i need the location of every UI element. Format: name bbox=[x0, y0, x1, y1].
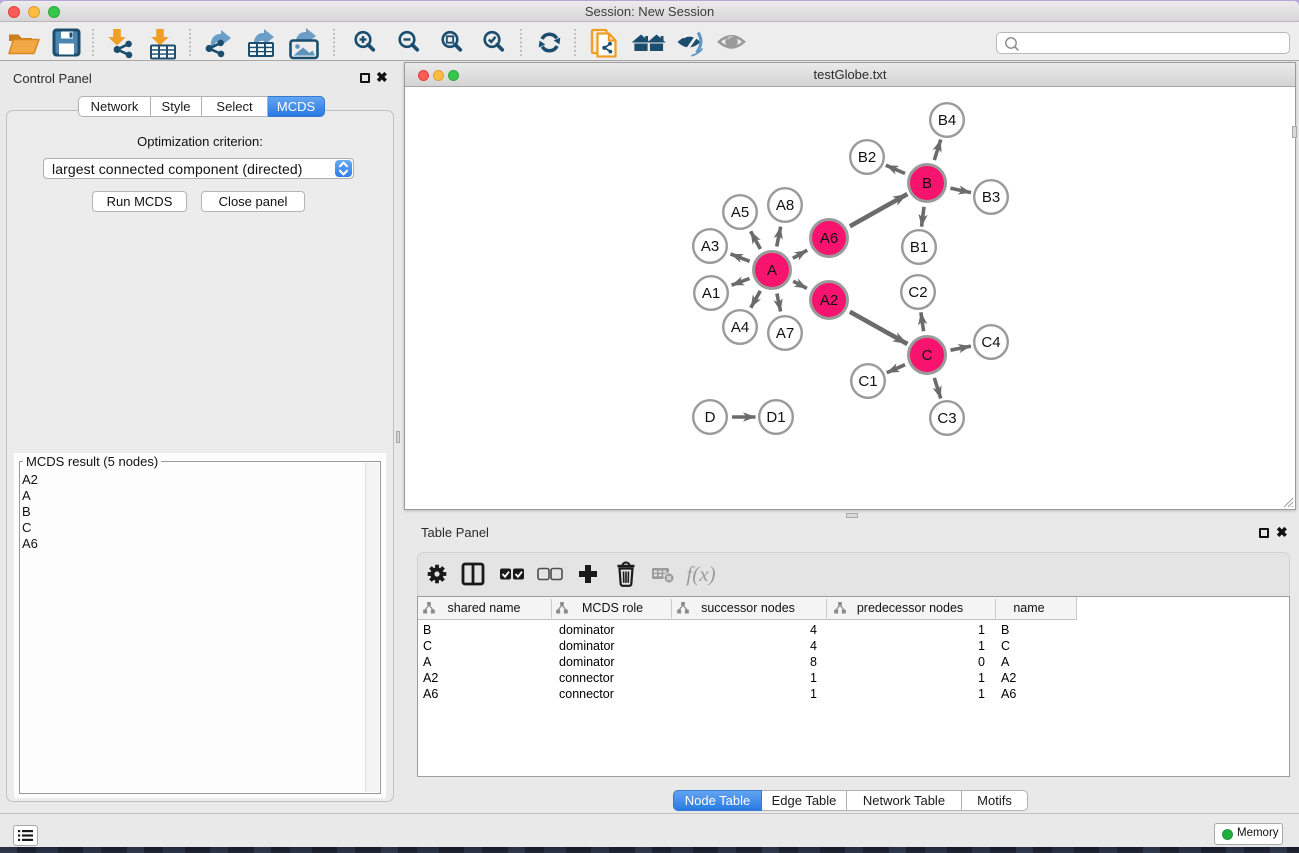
svg-text:B: B bbox=[922, 175, 932, 192]
svg-text:C: C bbox=[922, 347, 933, 364]
svg-text:A3: A3 bbox=[701, 238, 719, 255]
svg-text:C4: C4 bbox=[981, 334, 1000, 351]
svg-text:C2: C2 bbox=[908, 284, 927, 301]
svg-text:A2: A2 bbox=[820, 292, 838, 309]
svg-text:A5: A5 bbox=[731, 204, 749, 221]
svg-text:D: D bbox=[705, 409, 716, 426]
svg-text:B1: B1 bbox=[910, 239, 928, 256]
svg-text:A1: A1 bbox=[702, 285, 720, 302]
svg-text:D1: D1 bbox=[766, 409, 785, 426]
svg-text:f(x): f(x) bbox=[686, 562, 715, 586]
svg-text:C3: C3 bbox=[937, 410, 956, 427]
svg-text:B3: B3 bbox=[982, 189, 1000, 206]
svg-text:A: A bbox=[767, 262, 777, 279]
svg-text:A8: A8 bbox=[776, 197, 794, 214]
svg-text:A7: A7 bbox=[776, 325, 794, 342]
svg-text:B4: B4 bbox=[938, 112, 956, 129]
svg-text:A6: A6 bbox=[820, 230, 838, 247]
svg-text:A4: A4 bbox=[731, 319, 749, 336]
svg-text:C1: C1 bbox=[858, 373, 877, 390]
svg-text:B2: B2 bbox=[858, 149, 876, 166]
